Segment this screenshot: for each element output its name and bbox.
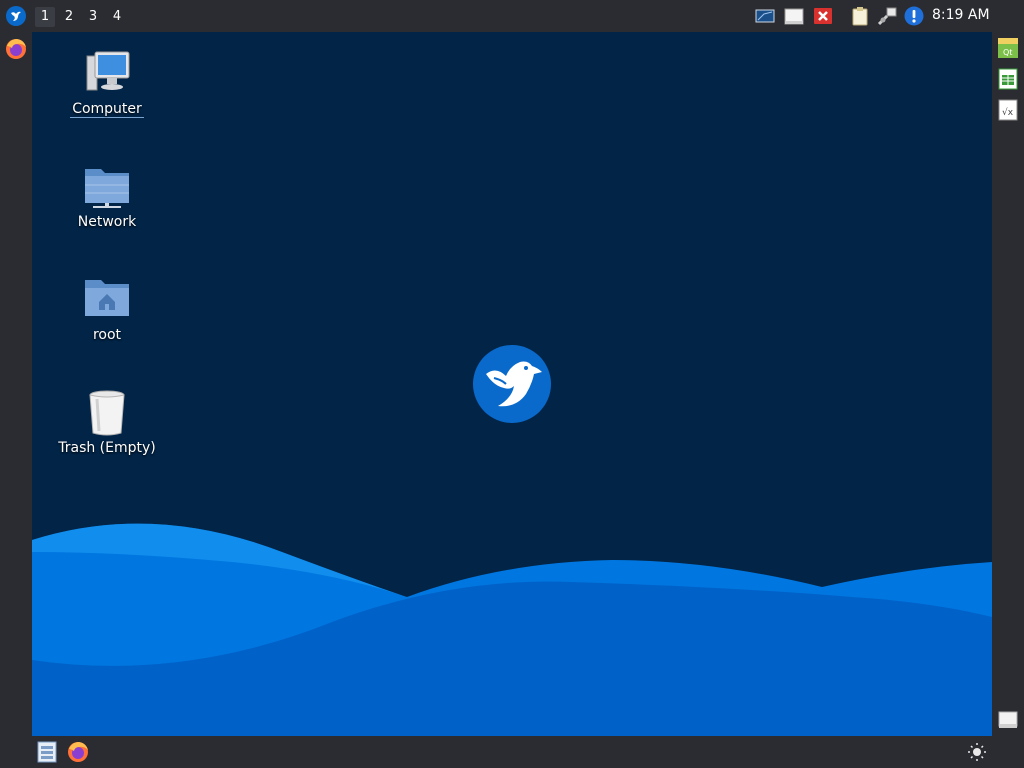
- brightness-icon[interactable]: [965, 740, 989, 764]
- qt-app-icon[interactable]: Qt: [996, 36, 1020, 60]
- network-folder-icon: [79, 163, 135, 211]
- left-dock: [0, 32, 32, 736]
- top-panel: 1 2 3 4 8:19 AM: [0, 0, 1024, 32]
- file-manager-icon[interactable]: [35, 740, 59, 764]
- desktop-icon-computer[interactable]: Computer: [52, 50, 162, 118]
- desktop-icon-label: Computer: [70, 101, 144, 118]
- notes-icon[interactable]: [783, 5, 805, 27]
- svg-text:Qt: Qt: [1003, 48, 1012, 57]
- formula-icon[interactable]: √x: [996, 98, 1020, 122]
- desktop-icon-label: root: [92, 327, 122, 343]
- workspace-4[interactable]: 4: [107, 7, 127, 27]
- right-dock: Qt √x: [992, 32, 1024, 736]
- close-red-icon[interactable]: [812, 5, 834, 27]
- drive-icon[interactable]: [996, 708, 1020, 732]
- workspace-2[interactable]: 2: [59, 7, 79, 27]
- svg-text:√x: √x: [1002, 107, 1014, 118]
- desktop-icon-label: Network: [77, 214, 137, 230]
- desktop-icon-root[interactable]: root: [52, 276, 162, 343]
- desktop-icon-label: Trash (Empty): [58, 440, 156, 456]
- desktop-icon-network[interactable]: Network: [52, 163, 162, 230]
- spreadsheet-icon[interactable]: [996, 67, 1020, 91]
- desktop-icon-trash[interactable]: Trash (Empty): [52, 389, 162, 456]
- desktop[interactable]: Computer Network root Trash (Empty): [32, 32, 992, 736]
- firefox-icon[interactable]: [4, 37, 28, 61]
- display-icon[interactable]: [754, 5, 776, 27]
- network-icon[interactable]: [876, 5, 898, 27]
- home-folder-icon: [79, 276, 135, 324]
- clipboard-icon[interactable]: [849, 5, 871, 27]
- menu-logo-icon[interactable]: [5, 5, 27, 27]
- workspace-1[interactable]: 1: [35, 7, 55, 27]
- bottom-panel: [0, 736, 1024, 768]
- clock[interactable]: 8:19 AM: [932, 7, 990, 23]
- computer-icon: [79, 50, 135, 98]
- info-icon[interactable]: [903, 5, 925, 27]
- firefox-icon[interactable]: [66, 740, 90, 764]
- workspace-3[interactable]: 3: [83, 7, 103, 27]
- center-logo-icon: [472, 344, 552, 424]
- trash-icon: [79, 389, 135, 437]
